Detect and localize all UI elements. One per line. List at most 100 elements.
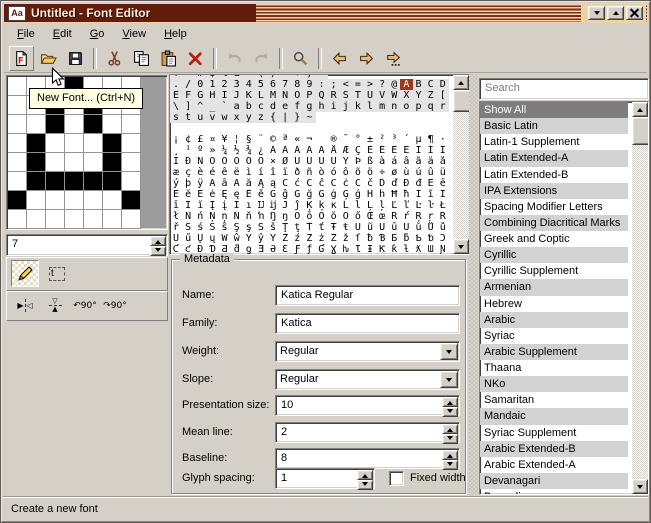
block-item-latin-extended-b[interactable]: Latin Extended-B bbox=[480, 167, 628, 183]
charmap-cell[interactable]: l bbox=[364, 101, 376, 112]
charmap-cell[interactable]: Ɲ bbox=[437, 244, 449, 255]
glyph-pixel[interactable] bbox=[8, 96, 27, 115]
charmap-cell[interactable]: Ņ bbox=[206, 211, 218, 222]
spin-down-button[interactable] bbox=[442, 407, 458, 417]
glyph-pixel[interactable] bbox=[65, 172, 84, 191]
charmap-cell[interactable]: ù bbox=[400, 167, 412, 178]
charmap-cell[interactable]: ħ bbox=[400, 189, 412, 200]
charmap-cell[interactable]: ì bbox=[243, 167, 255, 178]
charmap-cell[interactable]: ĸ bbox=[328, 200, 340, 211]
charmap-cell[interactable]: 0 bbox=[194, 79, 206, 90]
name-input[interactable] bbox=[279, 288, 456, 302]
charmap-cell[interactable]: Ť bbox=[303, 222, 315, 233]
minimize-button[interactable] bbox=[588, 6, 605, 20]
charmap-cell[interactable]: Ð bbox=[182, 156, 194, 167]
charmap-cell[interactable]: 7 bbox=[279, 79, 291, 90]
charmap-cell[interactable]: Ž bbox=[328, 233, 340, 244]
charmap-cell[interactable]: ¾ bbox=[243, 145, 255, 156]
charmap-cell[interactable]: ] bbox=[182, 101, 194, 112]
charmap-cell[interactable]: ï bbox=[279, 167, 291, 178]
charmap-cell[interactable]: ī bbox=[170, 200, 182, 211]
block-item-arabic-extended-b[interactable]: Arabic Extended-B bbox=[480, 441, 628, 457]
charmap-cell[interactable]: Ũ bbox=[352, 222, 364, 233]
scroll-thumb[interactable] bbox=[632, 117, 649, 145]
charmap-cell[interactable]: Ŧ bbox=[328, 222, 340, 233]
family-input[interactable] bbox=[279, 316, 456, 330]
charmap-cell[interactable]: × bbox=[267, 156, 279, 167]
charmap-cell[interactable]: h bbox=[316, 101, 328, 112]
charmap-cell[interactable]: ċ bbox=[340, 178, 352, 189]
charmap-cell[interactable]: ÿ bbox=[194, 178, 206, 189]
charmap-scrollbar[interactable] bbox=[453, 75, 469, 254]
dropdown-button[interactable] bbox=[440, 343, 458, 360]
dropdown-button[interactable] bbox=[440, 371, 458, 388]
glyph-pixel[interactable] bbox=[46, 172, 65, 191]
charmap-cell[interactable]: W bbox=[388, 90, 400, 101]
charmap-cell[interactable]: Ñ bbox=[194, 156, 206, 167]
glyph-pixel[interactable] bbox=[65, 210, 84, 229]
charmap-cell[interactable]: Á bbox=[279, 145, 291, 156]
glyph-pixel[interactable] bbox=[103, 191, 122, 210]
charmap-cell[interactable]: J bbox=[231, 90, 243, 101]
charmap-cell[interactable]: Œ bbox=[364, 211, 376, 222]
block-item-combining-diacritical-marks[interactable]: Combining Diacritical Marks bbox=[480, 215, 628, 231]
charmap-cell[interactable]: ć bbox=[291, 178, 303, 189]
charmap-cell[interactable]: ź bbox=[291, 233, 303, 244]
charmap-cell[interactable]: ģ bbox=[352, 189, 364, 200]
charmap-cell[interactable]: Ł bbox=[437, 200, 449, 211]
charmap-cell[interactable]: À bbox=[267, 145, 279, 156]
charmap-cell[interactable]: ± bbox=[364, 134, 376, 145]
charmap-cell[interactable]: ł bbox=[170, 211, 182, 222]
charmap-cell[interactable]: Ģ bbox=[340, 189, 352, 200]
charmap-cell[interactable]: ƚ bbox=[400, 244, 412, 255]
charmap-cell[interactable]: O bbox=[291, 90, 303, 101]
charmap-cell[interactable]: ² bbox=[376, 134, 388, 145]
block-item-syriac[interactable]: Syriac bbox=[480, 328, 628, 344]
block-item-devanagari[interactable]: Devanagari bbox=[480, 473, 628, 489]
charmap-cell[interactable]: ð bbox=[291, 167, 303, 178]
charmap-cell[interactable]: ÷ bbox=[376, 167, 388, 178]
charmap-cell[interactable]: Ə bbox=[267, 244, 279, 255]
charmap-cell[interactable]: ç bbox=[182, 167, 194, 178]
charmap-cell[interactable]: ü bbox=[437, 167, 449, 178]
charmap-cell[interactable]: Ë bbox=[400, 145, 412, 156]
charmap-cell[interactable]: ƒ bbox=[303, 244, 315, 255]
charmap-cell[interactable]: Ô bbox=[231, 156, 243, 167]
charmap-cell[interactable]: 3 bbox=[231, 79, 243, 90]
charmap-cell[interactable]: ŀ bbox=[425, 200, 437, 211]
charmap-cell[interactable]: Ì bbox=[413, 145, 425, 156]
charmap-cell[interactable]: X bbox=[400, 90, 412, 101]
charmap-cell[interactable]: } bbox=[291, 112, 303, 123]
charmap-cell[interactable]: Ĕ bbox=[170, 189, 182, 200]
charmap-cell[interactable]: x bbox=[231, 112, 243, 123]
find-button[interactable] bbox=[288, 46, 313, 71]
charmap-cell[interactable]: ň bbox=[243, 211, 255, 222]
charmap-cell[interactable]: ¢ bbox=[182, 134, 194, 145]
charmap-cell[interactable]: Ė bbox=[194, 189, 206, 200]
charmap-cell[interactable]: ŕ bbox=[400, 211, 412, 222]
charmap-cell[interactable]: Ķ bbox=[303, 200, 315, 211]
charmap-cell[interactable]: Â bbox=[291, 145, 303, 156]
charmap-cell[interactable]: Î bbox=[437, 145, 449, 156]
charmap-cell[interactable]: ĺ bbox=[352, 200, 364, 211]
charmap-cell[interactable]: Ö bbox=[255, 156, 267, 167]
charmap-cell[interactable]: ď bbox=[388, 178, 400, 189]
charmap-cell[interactable]: ô bbox=[340, 167, 352, 178]
undo-button[interactable] bbox=[222, 46, 247, 71]
charmap-cell[interactable]: ¥ bbox=[219, 134, 231, 145]
charmap-cell[interactable]: ¿ bbox=[255, 145, 267, 156]
charmap-cell[interactable]: ĉ bbox=[316, 178, 328, 189]
charmap-cell[interactable]: è bbox=[194, 167, 206, 178]
charmap-cell[interactable]: I bbox=[219, 90, 231, 101]
scroll-up-button[interactable] bbox=[632, 102, 648, 117]
new-font-button[interactable]: F bbox=[9, 46, 34, 71]
charmap-cell[interactable]: y bbox=[243, 112, 255, 123]
charmap-cell[interactable]: 5 bbox=[255, 79, 267, 90]
charmap-cell[interactable]: ţ bbox=[291, 222, 303, 233]
charmap-cell[interactable]: D bbox=[437, 79, 449, 90]
charmap-cell[interactable]: Ę bbox=[219, 189, 231, 200]
charmap-cell[interactable]: Ś bbox=[182, 222, 194, 233]
charmap-cell[interactable]: 1 bbox=[206, 79, 218, 90]
flip-vertical-button[interactable]: ▽▲ bbox=[41, 294, 69, 317]
charmap-cell[interactable]: · bbox=[437, 134, 449, 145]
